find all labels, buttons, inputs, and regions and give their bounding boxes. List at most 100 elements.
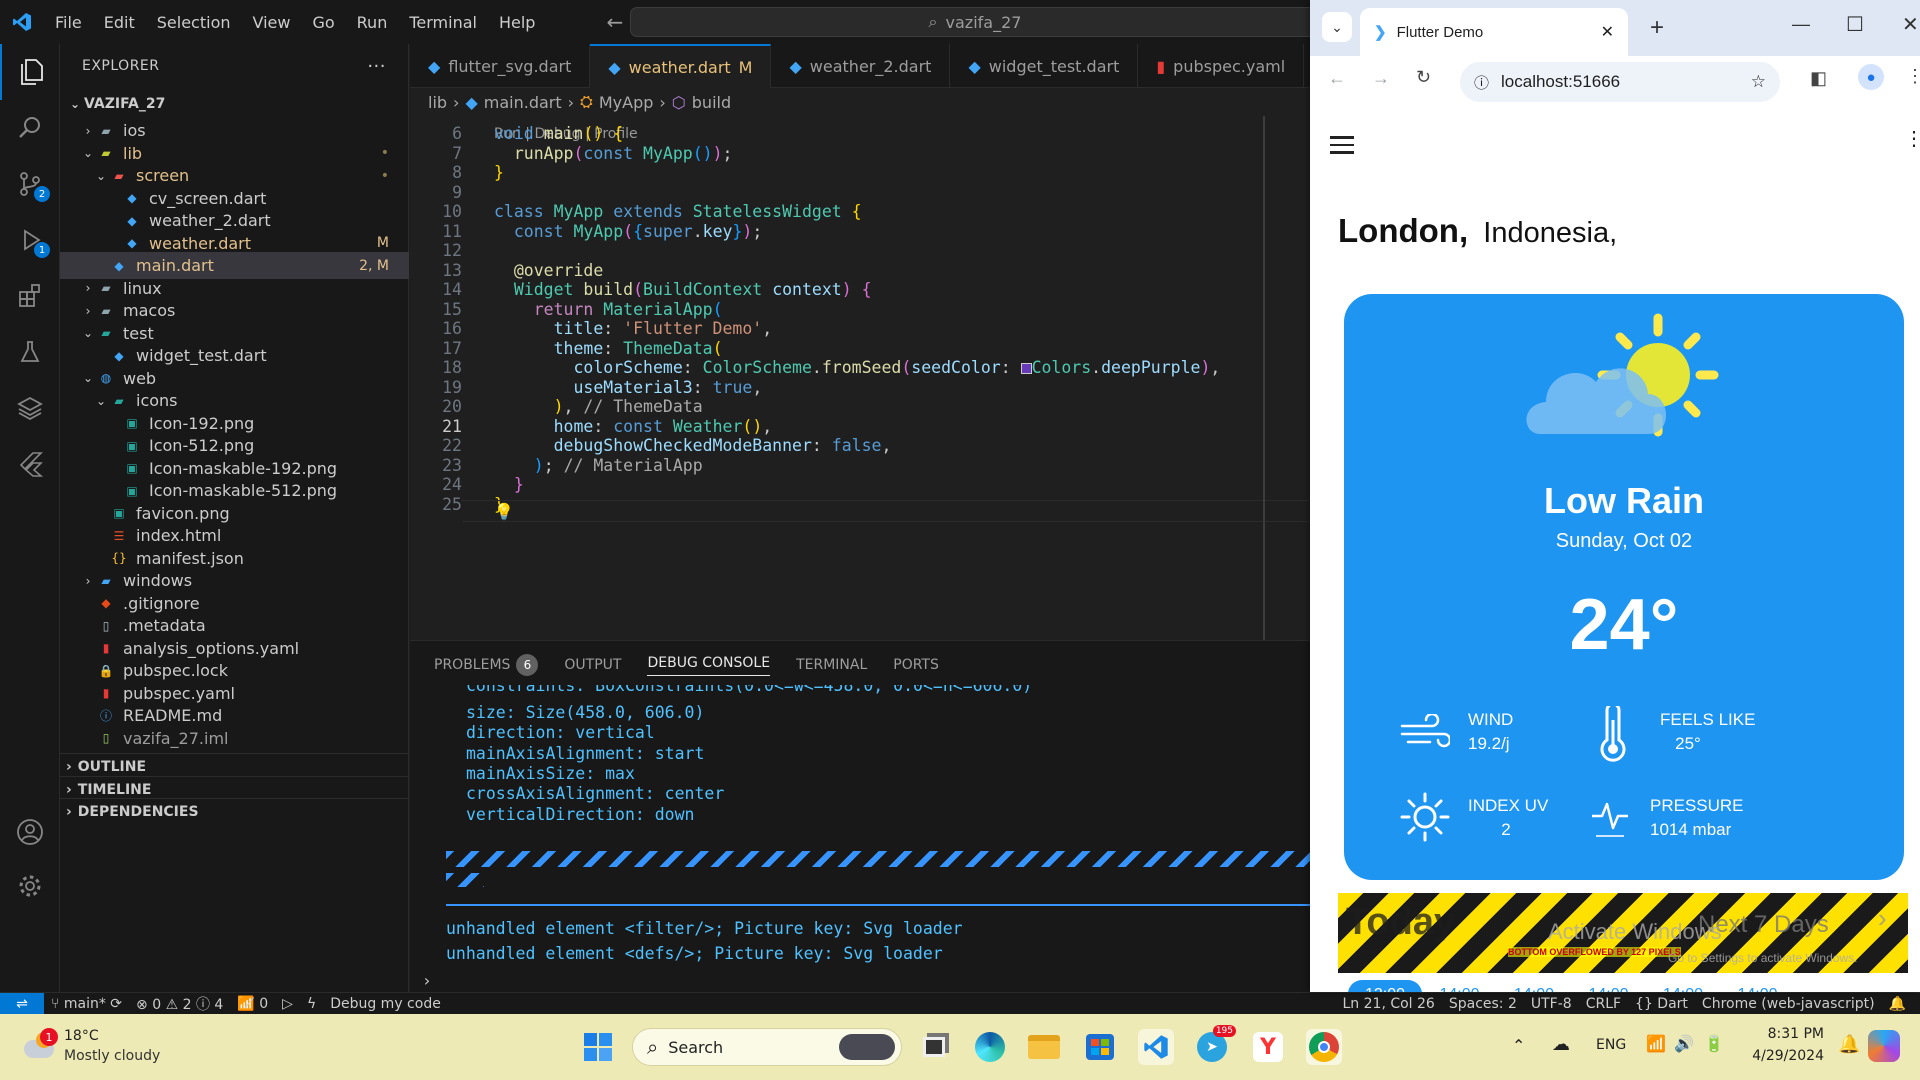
taskbar-search[interactable]: ⌕ Search — [632, 1028, 902, 1066]
tab-problems[interactable]: PROBLEMS 6 — [434, 654, 539, 676]
run-debug-icon[interactable]: 1 — [0, 212, 60, 268]
code-line[interactable]: class MyApp extends StatelessWidget { — [494, 202, 862, 221]
tree-item[interactable]: ▯ vazifa_27.iml — [60, 725, 409, 752]
breadcrumb-method[interactable]: build — [692, 93, 731, 112]
code-line[interactable]: home: const Weather(), — [494, 417, 773, 436]
code-line[interactable]: colorScheme: ColorScheme.fromSeed(seedCo… — [494, 358, 1220, 377]
notifications-bell-icon[interactable]: 🔔 — [1838, 1034, 1860, 1055]
more-actions-icon[interactable]: ··· — [367, 56, 386, 77]
profile-avatar-icon[interactable]: ● — [1858, 64, 1884, 90]
hour-chip[interactable]: 14:00 — [1572, 980, 1646, 992]
new-tab-plus-icon[interactable]: + — [1650, 14, 1664, 42]
yandex-browser-icon[interactable]: Y — [1250, 1029, 1286, 1065]
code-line[interactable]: title: 'Flutter Demo', — [494, 319, 773, 338]
source-control-icon[interactable]: 2 — [0, 156, 60, 212]
tab-terminal[interactable]: TERMINAL — [796, 657, 867, 673]
hour-chip[interactable]: 12:00 — [1348, 980, 1422, 992]
console-prompt-chevron-icon[interactable]: › — [422, 971, 432, 990]
tab-search-chevron-icon[interactable]: ⌄ — [1322, 12, 1352, 42]
menu-item-go[interactable]: Go — [301, 13, 345, 32]
debug-run-icon[interactable]: ▷ — [275, 996, 300, 1012]
browser-tab[interactable]: ❯ Flutter Demo ✕ — [1360, 8, 1628, 56]
editor-scrollbar[interactable] — [1263, 116, 1265, 640]
ports-status[interactable]: 📶̸ 0 — [230, 996, 275, 1012]
extensions-icon[interactable] — [0, 268, 60, 324]
hour-chip[interactable]: 14:00 — [1497, 980, 1571, 992]
breadcrumb-file[interactable]: main.dart — [484, 93, 562, 112]
menu-item-run[interactable]: Run — [346, 13, 399, 32]
lightning-icon[interactable]: ϟ — [300, 996, 323, 1012]
editor-tab[interactable]: ◆ weather.dart M — [590, 44, 772, 88]
chrome-menu-icon[interactable]: ⋮ — [1906, 66, 1920, 87]
weather-widget-icon[interactable]: 1 — [20, 1028, 60, 1068]
browser-forward-icon[interactable]: → — [1372, 68, 1390, 89]
encoding[interactable]: UTF-8 — [1524, 996, 1579, 1012]
volume-icon[interactable]: 🔊 — [1674, 1034, 1694, 1053]
browser-back-icon[interactable]: ← — [1328, 68, 1346, 89]
branch-status[interactable]: ⑂ main* ⟳ — [44, 996, 129, 1012]
code-line[interactable]: runApp(const MyApp()); — [494, 144, 733, 163]
site-info-icon[interactable]: ⓘ — [1474, 72, 1489, 93]
target-device[interactable]: Chrome (web-javascript) — [1695, 996, 1882, 1012]
tab-ports[interactable]: PORTS — [893, 657, 939, 673]
menu-item-file[interactable]: File — [44, 13, 93, 32]
side-panel-icon[interactable]: ◧ — [1810, 68, 1827, 89]
tray-overflow-chevron-icon[interactable]: ⌃ — [1512, 1036, 1525, 1055]
address-bar[interactable]: ⓘ localhost:51666 ☆ — [1460, 62, 1780, 102]
copilot-icon[interactable] — [1868, 1030, 1900, 1062]
menu-item-view[interactable]: View — [242, 13, 302, 32]
wifi-icon[interactable]: 📶 — [1646, 1034, 1666, 1053]
clock-time[interactable]: 8:31 PM — [1750, 1026, 1824, 1042]
chrome-taskbar-icon[interactable] — [1306, 1029, 1342, 1065]
editor-tab[interactable]: ▮ pubspec.yaml — [1138, 44, 1305, 88]
chevron-right-icon[interactable]: › — [1878, 903, 1887, 934]
section-dependencies[interactable]: › DEPENDENCIES — [60, 798, 409, 825]
window-close-icon[interactable]: ✕ — [1902, 12, 1919, 37]
language-mode[interactable]: {} Dart — [1628, 996, 1695, 1012]
menu-item-terminal[interactable]: Terminal — [398, 13, 488, 32]
hour-chip[interactable]: 14:00 — [1721, 980, 1795, 992]
workspace-root[interactable]: ⌄ VAZIFA_27 — [60, 90, 409, 117]
menu-item-selection[interactable]: Selection — [146, 13, 242, 32]
hour-chip[interactable]: 14:00 — [1423, 980, 1497, 992]
end-of-line[interactable]: CRLF — [1579, 996, 1628, 1012]
code-line[interactable]: } — [494, 163, 504, 182]
command-center[interactable]: ⌕ vazifa_27 — [630, 7, 1320, 37]
layers-icon[interactable] — [0, 380, 60, 436]
weather-temp[interactable]: 18°C — [64, 1028, 99, 1044]
file-explorer-icon[interactable] — [1026, 1029, 1062, 1065]
code-line[interactable]: useMaterial3: true, — [494, 378, 762, 397]
breadcrumb-class[interactable]: MyApp — [599, 93, 654, 112]
menu-item-edit[interactable]: Edit — [93, 13, 146, 32]
bookmark-star-icon[interactable]: ☆ — [1751, 72, 1780, 92]
reload-icon[interactable]: ↻ — [1416, 67, 1431, 88]
problems-status[interactable]: ⊗ 0 ⚠ 2 ⓘ 4 — [129, 994, 230, 1014]
notifications-bell-icon[interactable]: 🔔 — [1882, 996, 1920, 1012]
cursor-position[interactable]: Ln 21, Col 26 — [1336, 996, 1442, 1012]
flutter-icon[interactable] — [0, 436, 60, 492]
input-language[interactable]: ENG — [1596, 1037, 1626, 1053]
close-tab-icon[interactable]: ✕ — [1601, 22, 1614, 42]
maximize-icon[interactable]: ☐ — [1846, 12, 1864, 37]
breadcrumb-lib[interactable]: lib — [428, 93, 447, 112]
microsoft-store-icon[interactable] — [1082, 1029, 1118, 1065]
account-icon[interactable] — [0, 804, 60, 860]
debug-config[interactable]: Debug my code — [323, 996, 448, 1012]
hamburger-menu-icon[interactable] — [1330, 136, 1354, 154]
editor-tab[interactable]: ◆ weather_2.dart — [771, 44, 951, 88]
code-line[interactable]: ), // ThemeData — [494, 397, 703, 416]
code-line[interactable]: @override — [494, 261, 603, 280]
search-icon[interactable] — [0, 100, 60, 156]
code-line[interactable]: return MaterialApp( — [494, 300, 723, 319]
lightbulb-icon[interactable]: 💡 — [494, 502, 514, 521]
task-view-icon[interactable] — [916, 1029, 952, 1065]
code-line[interactable]: Widget build(BuildContext context) { — [494, 280, 872, 299]
code-editor[interactable]: Run | Debug | Profile 6 void main() {7 ru… — [410, 116, 1310, 640]
code-line[interactable]: ); // MaterialApp — [494, 456, 703, 475]
minimize-icon[interactable]: — — [1792, 14, 1810, 35]
tab-output[interactable]: OUTPUT — [564, 657, 621, 673]
tab-debug-console[interactable]: DEBUG CONSOLE — [647, 655, 771, 676]
vscode-taskbar-icon[interactable] — [1138, 1029, 1174, 1065]
explorer-icon[interactable] — [0, 44, 60, 100]
code-line[interactable]: void main() { — [494, 124, 623, 143]
